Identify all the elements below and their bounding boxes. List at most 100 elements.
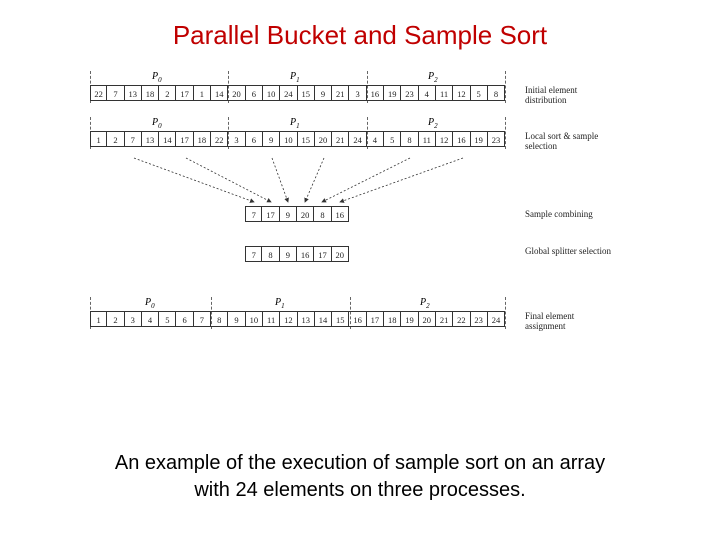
cell: 12 (280, 311, 297, 327)
cell: 22 (453, 311, 470, 327)
cell: 16 (297, 246, 314, 262)
p-label: P2 (428, 117, 438, 130)
diagram: P0 P1 P2 2271318217114206102415921316192… (90, 70, 650, 336)
cell: 9 (280, 206, 297, 222)
cell: 22 (90, 85, 107, 101)
caption: An example of the execution of sample so… (0, 450, 720, 504)
cell: 13 (125, 85, 142, 101)
p-label: P1 (290, 71, 300, 84)
cell: 16 (367, 85, 384, 101)
cell: 19 (384, 85, 401, 101)
cell: 24 (280, 85, 297, 101)
row-final: P0 P1 P2 1234567891011121314151617181920… (90, 296, 650, 336)
row-label: Local sort & sample selection (525, 131, 615, 152)
cell: 4 (419, 85, 436, 101)
cell: 9 (263, 131, 280, 147)
cell: 6 (176, 311, 193, 327)
cell: 7 (245, 206, 262, 222)
cell: 17 (314, 246, 331, 262)
cell: 20 (332, 246, 349, 262)
cell: 6 (246, 131, 263, 147)
cell: 19 (401, 311, 418, 327)
row-localsort: P0 P1 P2 1271314171822369101520212445811… (90, 116, 650, 156)
cell: 2 (107, 131, 124, 147)
cell: 9 (315, 85, 332, 101)
cell: 14 (315, 311, 332, 327)
cell: 23 (488, 131, 505, 147)
cell: 20 (315, 131, 332, 147)
cell: 3 (349, 85, 366, 101)
cell: 16 (349, 311, 366, 327)
cell: 8 (314, 206, 331, 222)
cell: 23 (471, 311, 488, 327)
cell: 10 (280, 131, 297, 147)
row-label: Final element assignment (525, 311, 615, 332)
cell: 15 (298, 131, 315, 147)
cell: 4 (367, 131, 384, 147)
row-label: Initial element distribution (525, 85, 615, 106)
row-label: Sample combining (525, 209, 615, 219)
cell: 16 (332, 206, 349, 222)
cell: 20 (228, 85, 245, 101)
cell: 10 (246, 311, 263, 327)
cell: 11 (419, 131, 436, 147)
cell: 18 (142, 85, 159, 101)
cell: 1 (194, 85, 211, 101)
p-label: P2 (428, 71, 438, 84)
cell: 10 (263, 85, 280, 101)
p-label: P1 (290, 117, 300, 130)
cell: 23 (401, 85, 418, 101)
cell: 14 (211, 85, 228, 101)
cell: 3 (125, 311, 142, 327)
arrows (90, 156, 650, 206)
cell: 17 (176, 131, 193, 147)
row-label: Global splitter selection (525, 246, 615, 256)
cell: 18 (384, 311, 401, 327)
cell: 5 (159, 311, 176, 327)
cell: 5 (384, 131, 401, 147)
row-initial: P0 P1 P2 2271318217114206102415921316192… (90, 70, 650, 108)
cell: 20 (297, 206, 314, 222)
p-label: P0 (152, 71, 162, 84)
cell: 13 (142, 131, 159, 147)
p-label: P1 (275, 297, 285, 310)
cell: 8 (401, 131, 418, 147)
cell: 5 (471, 85, 488, 101)
row-global-splitter: 789161720 Global splitter selection (90, 246, 650, 268)
cell: 12 (453, 85, 470, 101)
p-label: P2 (420, 297, 430, 310)
cell: 11 (436, 85, 453, 101)
cell: 4 (142, 311, 159, 327)
p-label: P0 (145, 297, 155, 310)
cell: 3 (228, 131, 245, 147)
row-sample-combining: 717920816 Sample combining (90, 206, 650, 228)
cell: 2 (159, 85, 176, 101)
cell: 17 (367, 311, 384, 327)
cell: 7 (107, 85, 124, 101)
cell: 19 (471, 131, 488, 147)
page-title: Parallel Bucket and Sample Sort (0, 20, 720, 51)
cell: 24 (488, 311, 505, 327)
cell: 24 (349, 131, 366, 147)
cell: 14 (159, 131, 176, 147)
cell: 18 (194, 131, 211, 147)
cell: 8 (211, 311, 228, 327)
cell: 7 (245, 246, 262, 262)
cell: 2 (107, 311, 124, 327)
cell: 21 (436, 311, 453, 327)
cell: 1 (90, 311, 107, 327)
cell: 9 (280, 246, 297, 262)
cell: 1 (90, 131, 107, 147)
cell: 17 (176, 85, 193, 101)
cell: 7 (194, 311, 211, 327)
cell: 16 (453, 131, 470, 147)
cell: 12 (436, 131, 453, 147)
cell: 15 (298, 85, 315, 101)
cell: 17 (262, 206, 279, 222)
cell: 8 (262, 246, 279, 262)
cell: 7 (125, 131, 142, 147)
cell: 21 (332, 85, 349, 101)
cell: 21 (332, 131, 349, 147)
cell: 8 (488, 85, 505, 101)
cell: 13 (298, 311, 315, 327)
